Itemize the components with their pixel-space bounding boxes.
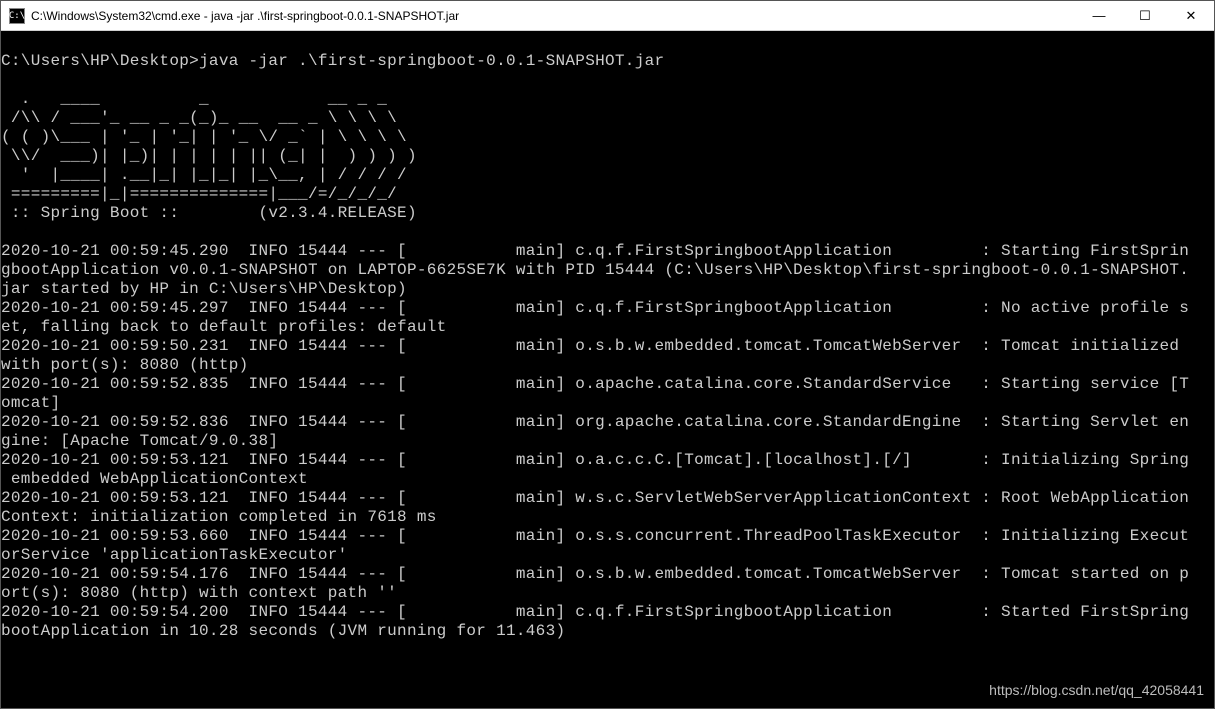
cmd-window: C:\ C:\Windows\System32\cmd.exe - java -… [0, 0, 1215, 709]
maximize-button[interactable]: ☐ [1122, 1, 1168, 31]
minimize-button[interactable]: — [1076, 1, 1122, 31]
watermark-text: https://blog.csdn.net/qq_42058441 [989, 681, 1204, 700]
spring-banner: . ____ _ __ _ _ /\\ / ___'_ __ _ _(_)_ _… [1, 90, 417, 222]
window-title: C:\Windows\System32\cmd.exe - java -jar … [31, 9, 1076, 23]
prompt-line: C:\Users\HP\Desktop>java -jar .\first-sp… [1, 52, 664, 70]
window-controls: — ☐ ✕ [1076, 1, 1214, 31]
titlebar[interactable]: C:\ C:\Windows\System32\cmd.exe - java -… [1, 1, 1214, 31]
log-lines: 2020-10-21 00:59:45.290 INFO 15444 --- [… [1, 242, 1189, 640]
terminal-output[interactable]: C:\Users\HP\Desktop>java -jar .\first-sp… [1, 31, 1214, 708]
close-button[interactable]: ✕ [1168, 1, 1214, 31]
cmd-icon: C:\ [9, 8, 25, 24]
